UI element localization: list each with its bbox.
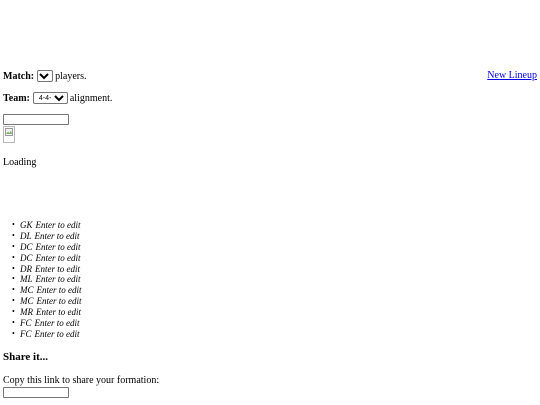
position-code: MC — [20, 296, 34, 307]
position-item[interactable]: • FC Enter to edit — [12, 329, 82, 340]
share-instructions: Copy this link to share your formation: — [3, 375, 160, 386]
position-player-name[interactable]: Enter to edit — [35, 231, 80, 242]
position-code: MR — [20, 307, 33, 318]
position-player-name[interactable]: Enter to edit — [35, 329, 80, 340]
position-code: FC — [20, 328, 32, 339]
position-player-name[interactable]: Enter to edit — [37, 296, 82, 307]
bullet-icon: • — [12, 307, 15, 317]
position-item[interactable]: • ML Enter to edit — [12, 274, 82, 285]
positions-list: • GK Enter to edit • DL Enter to edit • DC Enter… — [12, 220, 82, 340]
bullet-icon: • — [12, 241, 15, 251]
position-code: DC — [20, 252, 33, 263]
bullet-icon: • — [12, 328, 15, 338]
bullet-icon: • — [12, 220, 15, 229]
new-lineup-link[interactable]: New Lineup — [487, 70, 537, 81]
position-item[interactable]: • GK Enter to edit — [12, 220, 82, 231]
position-item[interactable]: • MR Enter to edit — [12, 307, 82, 318]
position-item[interactable]: • DC Enter to edit — [12, 253, 82, 264]
share-link-input[interactable] — [3, 387, 69, 398]
position-player-name[interactable]: Enter to edit — [36, 307, 81, 318]
position-player-name[interactable]: Enter to edit — [35, 318, 80, 329]
position-code: DC — [20, 241, 33, 252]
bullet-icon: • — [12, 274, 15, 284]
match-row: Match: 11 players. — [3, 70, 87, 82]
match-label: Match: — [3, 70, 35, 82]
bullet-icon: • — [12, 318, 15, 328]
bullet-icon: • — [12, 230, 15, 240]
players-suffix: players. — [55, 70, 87, 82]
position-item[interactable]: • MC Enter to edit — [12, 285, 82, 296]
position-player-name[interactable]: Enter to edit — [36, 253, 81, 264]
position-code: GK — [20, 220, 33, 230]
team-row: Team: 4-4-2 alignment. — [3, 92, 112, 104]
position-item[interactable]: • FC Enter to edit — [12, 318, 82, 329]
bullet-icon: • — [12, 296, 15, 306]
position-player-name[interactable]: Enter to edit — [36, 274, 81, 285]
players-count-select[interactable]: 11 — [37, 70, 54, 82]
position-code: MC — [20, 285, 34, 296]
position-item[interactable]: • DC Enter to edit — [12, 242, 82, 253]
position-player-name[interactable]: Enter to edit — [36, 242, 81, 253]
loading-text: Loading — [3, 157, 37, 168]
broken-image-icon — [3, 126, 15, 143]
position-player-name[interactable]: Enter to edit — [36, 220, 81, 231]
share-heading: Share it... — [3, 351, 49, 363]
formation-select[interactable]: 4-4-2 — [32, 92, 68, 104]
position-item[interactable]: • DR Enter to edit — [12, 264, 82, 275]
position-code: FC — [20, 318, 32, 329]
team-label: Team: — [3, 92, 30, 104]
lineup-name-input[interactable] — [3, 114, 69, 125]
bullet-icon: • — [12, 252, 15, 262]
position-player-name[interactable]: Enter to edit — [37, 285, 82, 296]
position-code: ML — [20, 274, 33, 285]
position-item[interactable]: • MC Enter to edit — [12, 296, 82, 307]
bullet-icon: • — [12, 285, 15, 295]
formation-suffix: alignment. — [69, 92, 113, 104]
position-item[interactable]: • DL Enter to edit — [12, 231, 82, 242]
position-code: DL — [20, 230, 32, 241]
bullet-icon: • — [12, 263, 15, 273]
position-code: DR — [20, 263, 32, 274]
position-player-name[interactable]: Enter to edit — [35, 264, 80, 275]
